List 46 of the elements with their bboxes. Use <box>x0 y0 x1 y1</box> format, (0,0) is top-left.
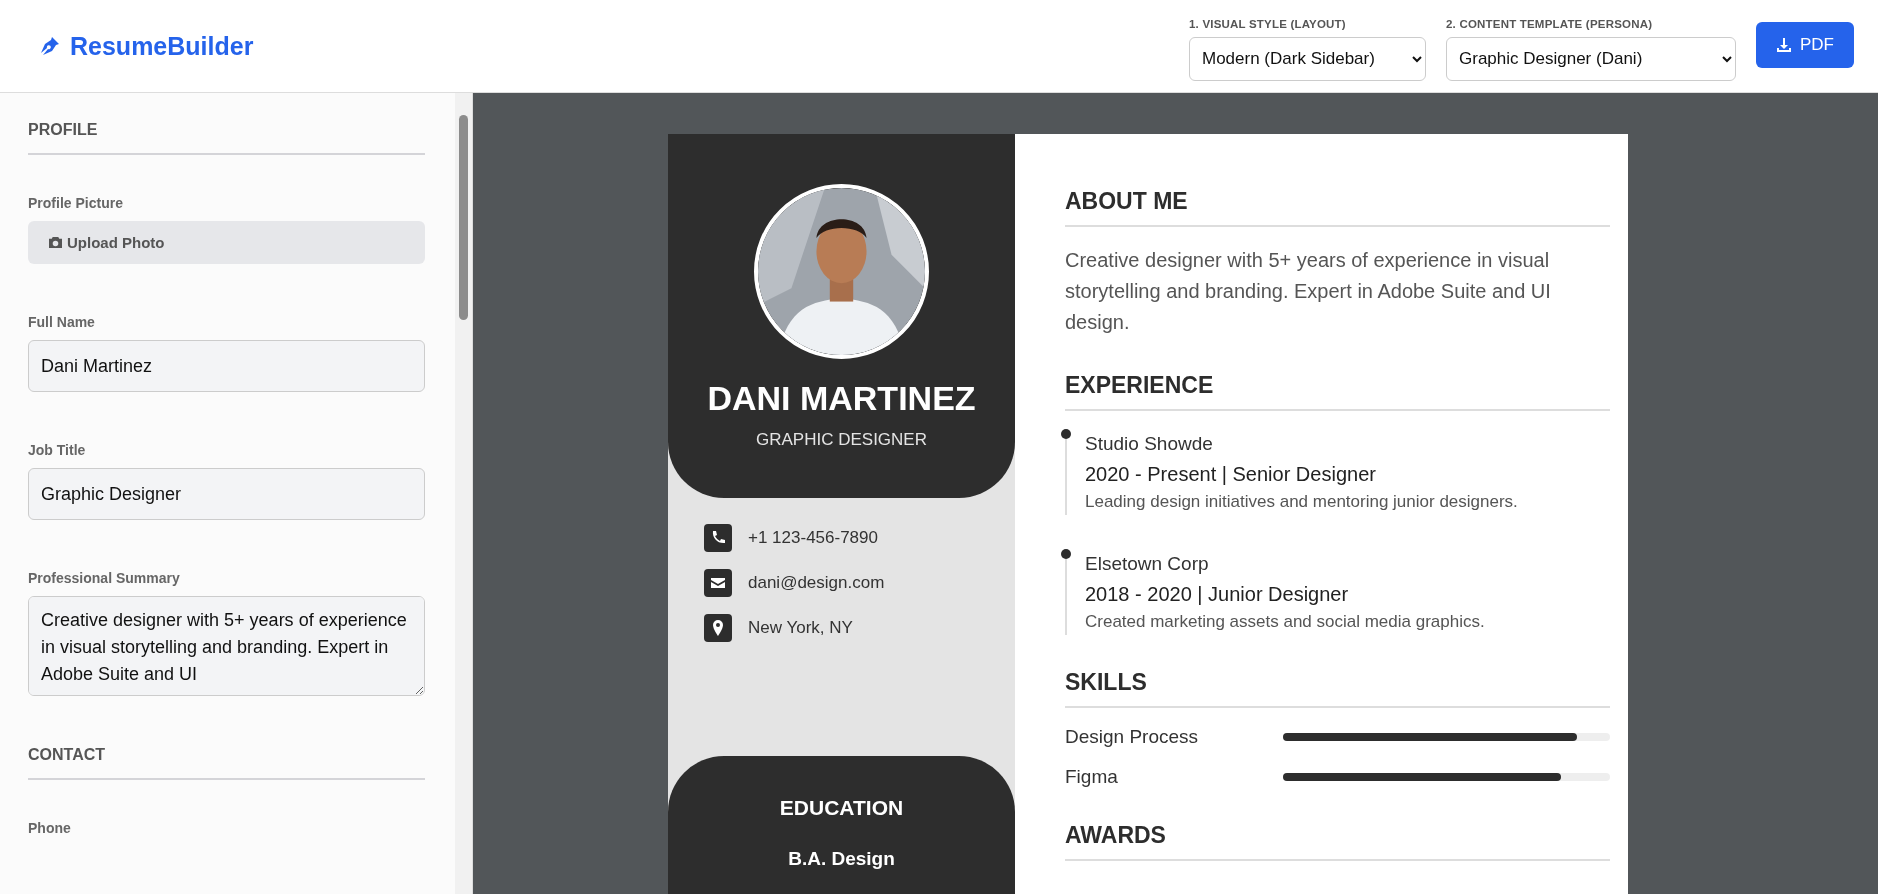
contact-text: New York, NY <box>748 618 853 638</box>
section-heading: SKILLS <box>1065 669 1610 708</box>
section-heading: EXPERIENCE <box>1065 372 1610 411</box>
contact-text: dani@design.com <box>748 573 885 593</box>
pdf-button[interactable]: PDF <box>1756 21 1854 68</box>
section-heading: CONTACT <box>28 746 425 780</box>
job-period: 2018 - 2020 | Junior Designer <box>1085 582 1350 607</box>
field-label: Profile Picture <box>28 195 124 211</box>
template-select[interactable]: Modern (Dark Sidebar) <box>1189 36 1426 81</box>
job-description: Created marketing assets and social media graphics. <box>1085 611 1486 633</box>
skill-name: Figma <box>1065 766 1119 788</box>
section-heading: AWARDS <box>1065 822 1610 861</box>
phone-icon <box>704 524 732 552</box>
select-label: 2. CONTENT TEMPLATE (PERSONA) <box>1446 17 1654 30</box>
field-label: Full Name <box>28 314 96 330</box>
timeline-dot <box>1061 429 1071 439</box>
app-title: ResumeBuilder <box>70 31 254 61</box>
field-label: Phone <box>28 820 72 836</box>
summary-field[interactable]: Creative designer with 5+ years of experience in visual storytelling and branding. Expert in Adobe Suite and UI <box>28 596 425 696</box>
envelope-icon <box>704 569 732 597</box>
template-select[interactable]: Graphic Designer (Dani) <box>1446 36 1736 81</box>
text-field[interactable]: Graphic Designer <box>28 468 425 520</box>
download-icon <box>1776 36 1792 53</box>
skill-name: Design Process <box>1065 726 1200 748</box>
timeline-dot <box>1061 549 1071 559</box>
section-heading: ABOUT ME <box>1065 188 1610 227</box>
field-label: Job Title <box>28 442 87 458</box>
section-heading: PROFILE <box>28 121 425 155</box>
person-name: DANI MARTINEZ <box>707 379 976 418</box>
upload-button[interactable]: Upload Photo <box>28 221 425 264</box>
degree-text: B.A. Design <box>788 848 895 870</box>
scrollbar[interactable] <box>455 93 472 894</box>
company-name: Studio Showde <box>1085 432 1214 456</box>
text-field[interactable]: Dani Martinez <box>28 340 425 392</box>
select-label: 1. VISUAL STYLE (LAYOUT) <box>1189 17 1347 30</box>
company-name: Elsetown Corp <box>1085 552 1210 576</box>
camera-icon <box>48 236 63 249</box>
pen-icon <box>38 34 62 58</box>
job-description: Leading design initiatives and mentoring junior designers. <box>1085 491 1519 513</box>
about-text: Creative designer with 5+ years of experience in visual storytelling and branding. Expert in Adobe Suite and UI design. <box>1065 248 1552 335</box>
contact-text: +1 123-456-7890 <box>748 528 878 548</box>
field-label: Professional Summary <box>28 570 181 586</box>
job-period: 2020 - Present | Senior Designer <box>1085 462 1377 487</box>
education-heading: EDUCATION <box>779 796 904 820</box>
person-title: GRAPHIC DESIGNER <box>756 430 927 450</box>
location-pin-icon <box>704 614 732 642</box>
